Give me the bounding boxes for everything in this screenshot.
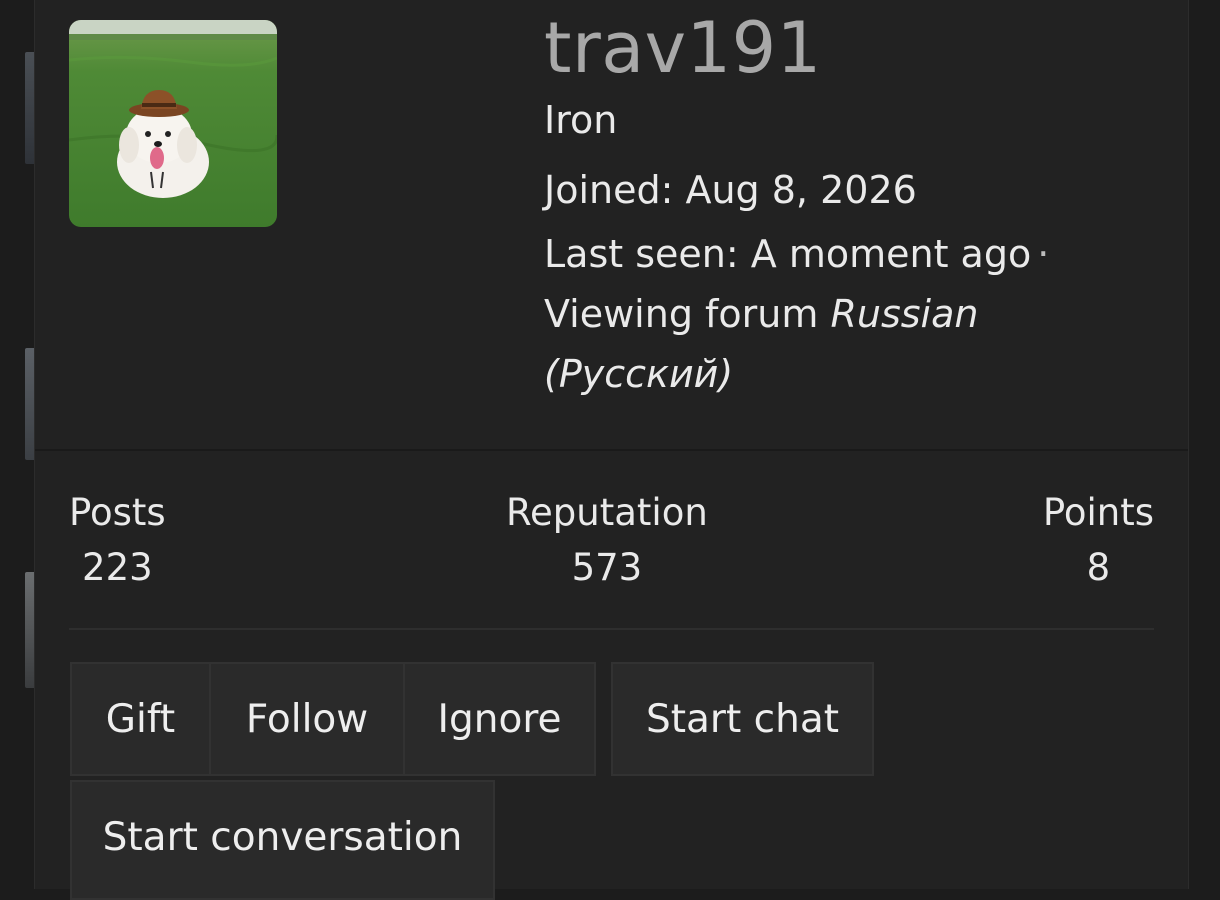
stat-label: Reputation: [506, 491, 708, 534]
stat-points[interactable]: Points 8: [1043, 489, 1154, 599]
background-content-thumbnail: [25, 348, 34, 460]
profile-card: trav191 Iron Joined: Aug 8, 2026 Last se…: [34, 0, 1189, 900]
profile-stats: Posts 223 Reputation 573 Points 8: [69, 451, 1154, 630]
follow-button[interactable]: Follow: [209, 662, 405, 776]
gift-button[interactable]: Gift: [70, 662, 211, 776]
username[interactable]: trav191: [544, 6, 1104, 90]
user-rank: Iron: [544, 98, 618, 142]
background-content-thumbnail: [25, 52, 34, 164]
profile-header: trav191 Iron Joined: Aug 8, 2026 Last se…: [35, 0, 1188, 451]
start-conversation-button[interactable]: Start conversation: [70, 780, 495, 900]
profile-info: trav191 Iron Joined: Aug 8, 2026 Last se…: [544, 6, 1104, 404]
viewing-prefix: Viewing forum: [544, 292, 819, 336]
ignore-button[interactable]: Ignore: [403, 662, 596, 776]
stat-label: Posts: [69, 491, 166, 534]
stat-value: 573: [571, 546, 643, 589]
stat-posts[interactable]: Posts 223: [69, 489, 166, 599]
stat-value: 223: [82, 546, 153, 589]
stat-label: Points: [1042, 491, 1154, 534]
separator-dot: ·: [1037, 232, 1050, 276]
start-chat-button[interactable]: Start chat: [611, 662, 874, 776]
last-seen: Last seen: A moment ago: [544, 232, 1032, 276]
stat-value: 8: [1086, 546, 1111, 589]
joined-date: Joined: Aug 8, 2026: [544, 168, 917, 212]
background-content-thumbnail: [25, 572, 34, 688]
stat-reputation[interactable]: Reputation 573: [506, 489, 708, 599]
activity-status: Last seen: A moment ago · Viewing forum R…: [544, 224, 1104, 404]
avatar[interactable]: [69, 20, 277, 227]
